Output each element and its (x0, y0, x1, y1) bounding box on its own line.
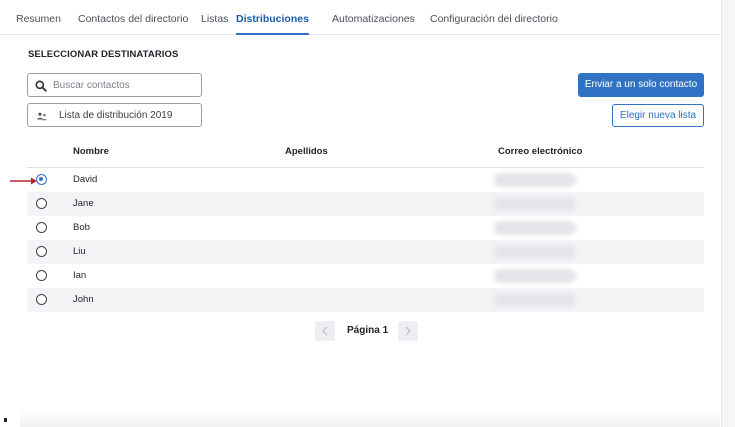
tab-distribuciones[interactable]: Distribuciones (236, 0, 309, 35)
redacted-email (494, 197, 576, 211)
table-row[interactable]: Bob (27, 216, 704, 240)
contact-name: John (73, 294, 94, 305)
table-row[interactable]: John (27, 288, 704, 312)
send-single-contact-button[interactable]: Enviar a un solo contacto (578, 73, 704, 97)
redacted-email (494, 269, 576, 283)
contacts-table: David Jane Bob Liu Ian John (27, 168, 704, 312)
chevron-right-icon (405, 326, 411, 336)
row-radio-button[interactable] (36, 198, 47, 209)
window-right-edge (721, 0, 735, 427)
redacted-email (494, 245, 576, 259)
table-row[interactable]: David (27, 168, 704, 192)
choose-new-list-button[interactable]: Elegir nueva lista (612, 104, 704, 127)
section-title: SELECCIONAR DESTINATARIOS (28, 49, 179, 60)
column-header-apellidos: Apellidos (285, 146, 328, 157)
table-row[interactable]: Liu (27, 240, 704, 264)
page-indicator: Página 1 (347, 325, 389, 336)
contact-name: Ian (73, 270, 87, 281)
cursor-mark (4, 418, 7, 422)
people-icon (36, 110, 48, 122)
row-radio-button[interactable] (36, 270, 47, 281)
previous-page-button[interactable] (315, 321, 335, 341)
row-radio-button[interactable] (36, 222, 47, 233)
table-header: Nombre Apellidos Correo electrónico (27, 141, 704, 168)
tab-bar: Resumen Contactos del directorio Listas … (0, 0, 720, 35)
search-box[interactable] (27, 73, 202, 97)
table-row[interactable]: Jane (27, 192, 704, 216)
redacted-email (494, 293, 576, 307)
tab-listas[interactable]: Listas (201, 0, 228, 34)
row-radio-button[interactable] (36, 294, 47, 305)
row-radio-button[interactable] (36, 174, 47, 185)
row-radio-button[interactable] (36, 246, 47, 257)
table-row[interactable]: Ian (27, 264, 704, 288)
redacted-email (494, 221, 576, 235)
tab-configuracion-del-directorio[interactable]: Configuración del directorio (430, 0, 558, 34)
footer-shadow (20, 410, 720, 427)
distribution-list-field[interactable]: Lista de distribución 2019 (27, 103, 202, 127)
column-header-nombre: Nombre (73, 146, 109, 157)
search-input[interactable] (53, 77, 197, 93)
tab-resumen[interactable]: Resumen (16, 0, 61, 34)
distribution-list-label: Lista de distribución 2019 (59, 110, 173, 121)
tab-contactos-del-directorio[interactable]: Contactos del directorio (78, 0, 188, 34)
contact-name: Jane (73, 198, 94, 209)
chevron-left-icon (322, 326, 328, 336)
column-header-correo: Correo electrónico (498, 146, 583, 157)
redacted-email (494, 173, 576, 187)
search-icon (35, 79, 47, 92)
contact-name: Liu (73, 246, 86, 257)
contact-name: David (73, 174, 98, 185)
tab-automatizaciones[interactable]: Automatizaciones (332, 0, 415, 34)
contact-name: Bob (73, 222, 90, 233)
next-page-button[interactable] (398, 321, 418, 341)
